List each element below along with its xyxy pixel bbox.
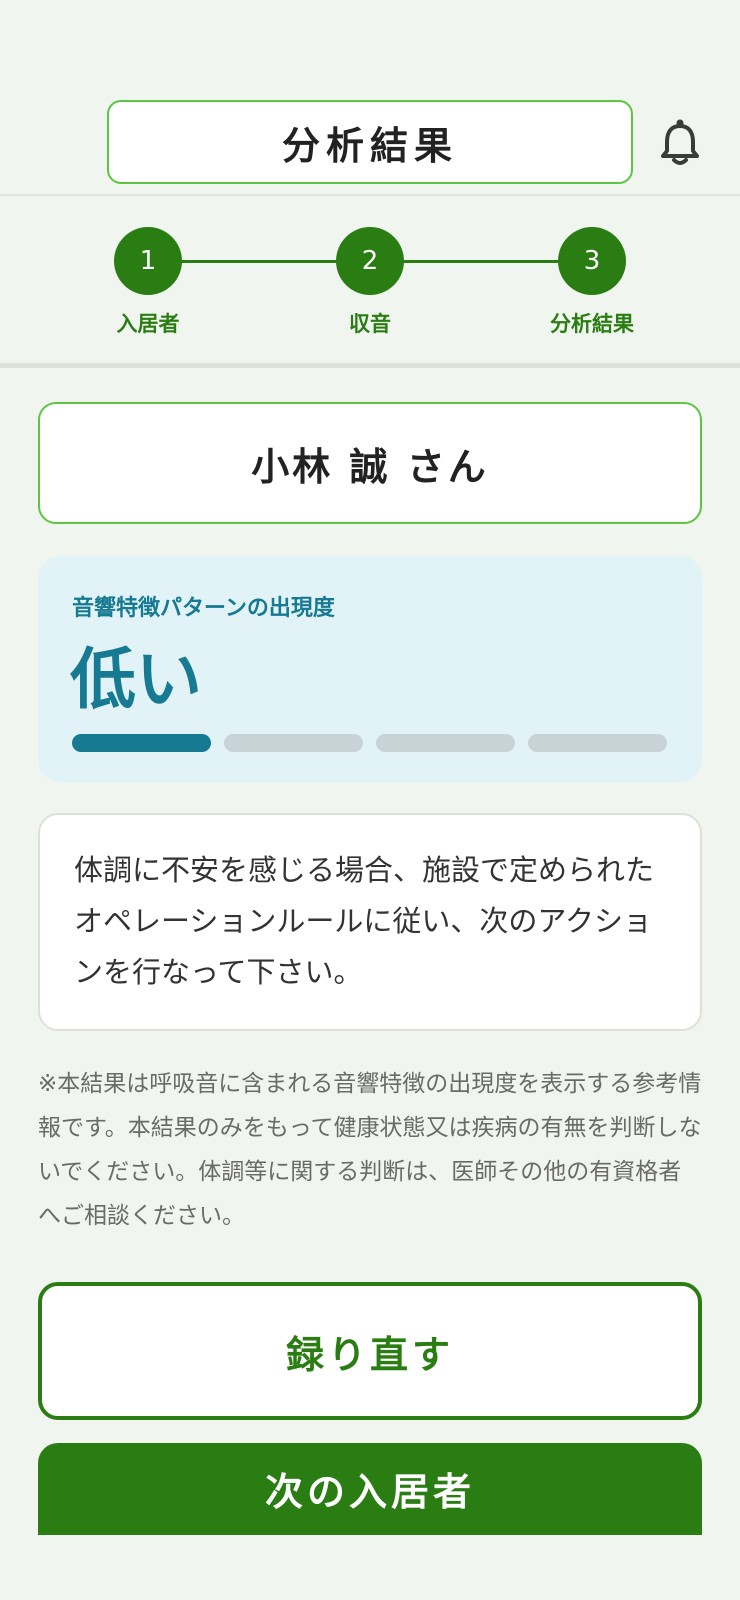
guidance-message: 体調に不安を感じる場合、施設で定められたオペレーションルールに従い、次のアクショ… <box>38 813 702 1031</box>
bell-icon[interactable] <box>660 118 700 168</box>
retry-recording-button[interactable]: 録り直す <box>38 1282 702 1420</box>
step-1-label: 入居者 <box>116 312 180 336</box>
step-connector <box>402 260 562 263</box>
level-segment <box>376 734 515 752</box>
step-connector <box>180 260 340 263</box>
page-title: 分析結果 <box>107 100 633 184</box>
result-value: 低い <box>70 641 202 718</box>
progress-stepper: 1 2 3 入居者 収音 分析結果 <box>0 198 740 368</box>
step-3-circle: 3 <box>558 227 626 295</box>
step-2-label: 収音 <box>349 312 391 336</box>
level-segment <box>224 734 363 752</box>
step-1-circle: 1 <box>114 227 182 295</box>
resident-name: 小林 誠 さん <box>38 402 702 524</box>
result-card: 音響特徴パターンの出現度 低い <box>38 556 702 782</box>
level-segment <box>528 734 667 752</box>
disclaimer-text: ※本結果は呼吸音に含まれる音響特徴の出現度を表示する参考情報です。本結果のみをも… <box>38 1071 702 1229</box>
next-resident-button[interactable]: 次の入居者 <box>38 1443 702 1535</box>
result-label: 音響特徴パターンの出現度 <box>72 596 335 621</box>
step-3-label: 分析結果 <box>550 312 634 336</box>
app-header: 分析結果 <box>0 0 740 196</box>
step-2-circle: 2 <box>336 227 404 295</box>
next-resident-label: 次の入居者 <box>264 1470 475 1514</box>
level-segment <box>72 734 211 752</box>
